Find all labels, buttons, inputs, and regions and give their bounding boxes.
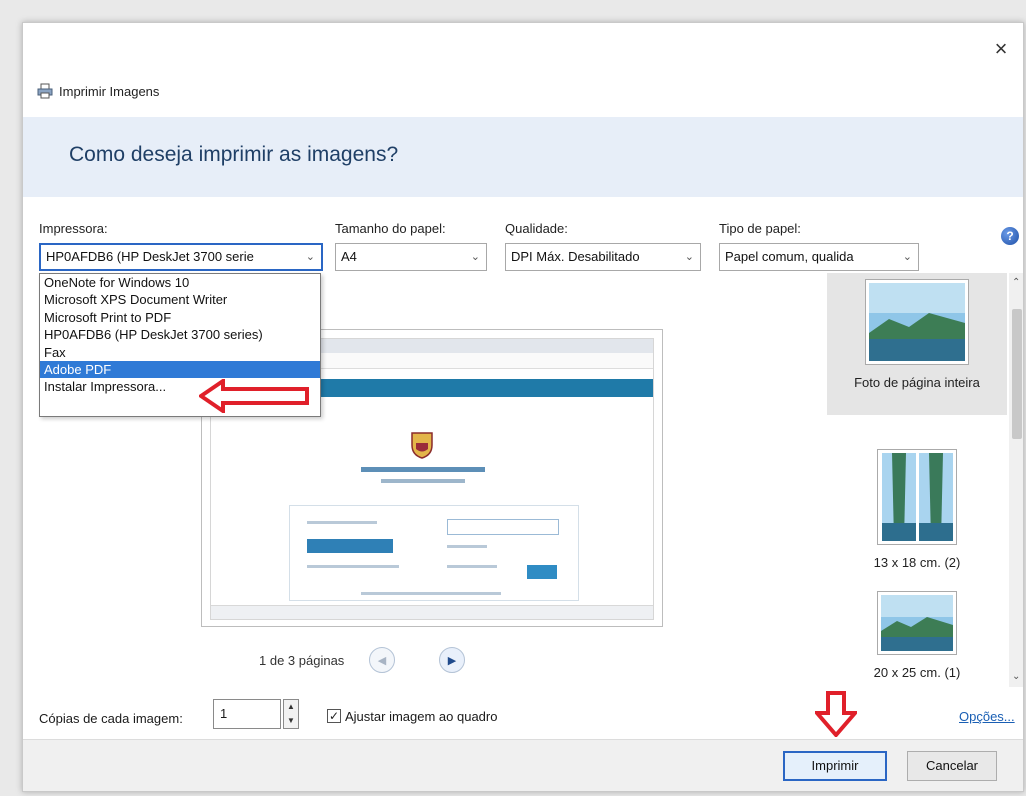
copies-stepper[interactable]: ▲ ▼ — [283, 699, 299, 729]
copies-label: Cópias de cada imagem: — [39, 711, 183, 726]
printer-option-highlighted[interactable]: Adobe PDF — [40, 360, 320, 379]
landscape-photo-icon — [869, 283, 965, 361]
header-band: Como deseja imprimir as imagens? — [23, 117, 1023, 197]
printer-option[interactable]: Fax — [40, 344, 320, 361]
landscape-photo-icon — [881, 595, 953, 651]
red-arrow-down-annotation — [815, 691, 857, 737]
chevron-down-icon: ⌄ — [684, 251, 694, 263]
fit-to-frame-label: Ajustar imagem ao quadro — [345, 709, 498, 724]
scroll-up-icon[interactable]: ⌃ — [1012, 277, 1020, 288]
quality-select[interactable]: DPI Máx. Desabilitado ⌄ — [505, 243, 701, 271]
stepper-up-icon[interactable]: ▲ — [284, 700, 298, 714]
paper-type-select[interactable]: Papel comum, qualida ⌄ — [719, 243, 919, 271]
next-page-button[interactable]: ▶ — [439, 647, 465, 673]
preview-text-line — [307, 565, 399, 568]
close-button[interactable]: × — [989, 37, 1013, 61]
printer-icon — [37, 83, 53, 99]
options-link[interactable]: Opções... — [959, 709, 1015, 724]
layout-label: 13 x 18 cm. (2) — [873, 555, 961, 570]
layout-list: Foto de página inteira 13 x 18 cm. (2) 2… — [827, 273, 1023, 693]
printer-option[interactable]: HP0AFDB6 (HP DeskJet 3700 series) — [40, 326, 320, 343]
help-icon[interactable]: ? — [1001, 227, 1019, 245]
paper-size-select[interactable]: A4 ⌄ — [335, 243, 487, 271]
previous-page-button[interactable]: ◀ — [369, 647, 395, 673]
stepper-down-icon[interactable]: ▼ — [284, 714, 298, 728]
13x18-thumbnail — [877, 449, 957, 545]
printer-option[interactable]: Microsoft Print to PDF — [40, 309, 320, 326]
layout-label: Foto de página inteira — [854, 375, 980, 390]
arrow-right-icon: ▶ — [447, 654, 457, 667]
preview-footer-line — [361, 592, 501, 595]
preview-field — [447, 519, 559, 535]
quality-label: Qualidade: — [505, 221, 568, 236]
preview-text-line — [307, 521, 377, 524]
paper-size-value: A4 — [341, 249, 357, 264]
printer-label: Impressora: — [39, 221, 108, 236]
page-indicator: 1 de 3 páginas — [259, 653, 345, 668]
portrait-photo-icon — [918, 453, 953, 541]
dialog-question: Como deseja imprimir as imagens? — [69, 143, 399, 166]
preview-subheading — [381, 479, 465, 483]
chevron-down-icon: ⌄ — [470, 251, 480, 263]
print-button[interactable]: Imprimir — [783, 751, 887, 781]
arrow-left-icon: ◀ — [377, 654, 387, 667]
print-pictures-dialog: × Imprimir Imagens Como deseja imprimir … — [22, 22, 1024, 792]
cancel-button[interactable]: Cancelar — [907, 751, 997, 781]
dialog-title: Imprimir Imagens — [59, 83, 160, 99]
layout-scrollbar[interactable]: ⌃ ⌄ — [1009, 273, 1023, 687]
chevron-down-icon: ⌄ — [902, 251, 912, 263]
close-icon: × — [994, 36, 1008, 61]
printer-select[interactable]: HP0AFDB6 (HP DeskJet 3700 serie ⌄ — [39, 243, 323, 271]
preview-logo — [411, 432, 433, 459]
quality-value: DPI Máx. Desabilitado — [511, 249, 640, 264]
scroll-down-icon[interactable]: ⌄ — [1012, 671, 1020, 682]
paper-type-label: Tipo de papel: — [719, 221, 801, 236]
printer-select-value: HP0AFDB6 (HP DeskJet 3700 serie — [46, 249, 254, 264]
preview-text-line — [447, 565, 497, 568]
preview-submit-button — [527, 565, 557, 579]
preview-heading — [361, 467, 485, 472]
scrollbar-thumb[interactable] — [1012, 309, 1022, 439]
chevron-down-icon: ⌄ — [305, 251, 315, 263]
printer-option[interactable]: Microsoft XPS Document Writer — [40, 291, 320, 308]
layout-item-full-page[interactable]: Foto de página inteira — [827, 273, 1007, 415]
red-arrow-left-annotation — [199, 379, 309, 413]
preview-button — [307, 539, 393, 553]
layout-item-13x18[interactable]: 13 x 18 cm. (2) — [827, 449, 1007, 570]
full-page-thumbnail — [865, 279, 969, 365]
20x25-thumbnail — [877, 591, 957, 655]
preview-taskbar — [211, 605, 653, 619]
fit-to-frame-checkbox[interactable]: ✓ — [327, 709, 341, 723]
printer-option[interactable]: OneNote for Windows 10 — [40, 274, 320, 291]
paper-type-value: Papel comum, qualida — [725, 249, 854, 264]
portrait-photo-icon — [881, 453, 916, 541]
layout-label: 20 x 25 cm. (1) — [873, 665, 961, 680]
preview-text-line — [447, 545, 487, 548]
paper-size-label: Tamanho do papel: — [335, 221, 446, 236]
copies-input[interactable]: 1 — [213, 699, 281, 729]
title-bar: Imprimir Imagens — [37, 81, 159, 101]
layout-item-20x25[interactable]: 20 x 25 cm. (1) — [827, 591, 1007, 691]
